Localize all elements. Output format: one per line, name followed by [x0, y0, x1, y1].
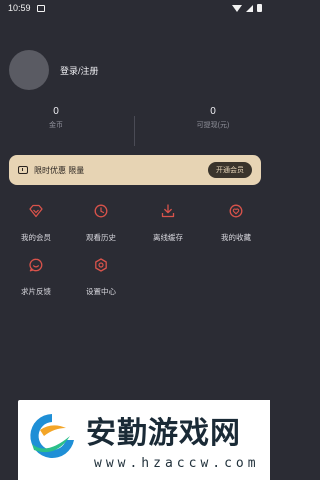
withdrawable-stat[interactable]: 0 可提现(元): [163, 106, 263, 130]
menu-item-favorites[interactable]: 我的收藏: [206, 204, 266, 243]
battery-icon: [257, 4, 262, 12]
withdrawable-label: 可提现(元): [196, 122, 230, 129]
menu-label-offline-cache: 离线缓存: [153, 233, 183, 242]
gear-icon: [95, 258, 107, 272]
chat-icon: [29, 258, 43, 272]
watermark-banner: 安勤游戏网 www.hzaccw.com: [18, 400, 270, 480]
download-icon: [161, 204, 175, 218]
open-membership-button[interactable]: 开通会员: [208, 162, 252, 178]
heart-icon: [229, 204, 243, 218]
withdrawable-value: 0: [210, 106, 216, 117]
diamond-icon: [29, 204, 43, 218]
menu-label-settings: 设置中心: [86, 287, 116, 296]
stats-divider: [134, 116, 135, 146]
menu-item-settings[interactable]: 设置中心: [71, 258, 131, 297]
coins-value: 0: [53, 106, 59, 117]
menu-item-offline-cache[interactable]: 离线缓存: [138, 204, 198, 243]
stats-row: 0 金币 0 可提现(元): [0, 106, 270, 146]
vip-promo-banner[interactable]: 限时优惠 限量 开通会员: [9, 155, 261, 185]
menu-item-membership[interactable]: 我的会员: [6, 204, 66, 243]
clock-icon: [94, 204, 108, 218]
site-logo-icon: [30, 414, 74, 458]
status-time: 10:59: [8, 3, 31, 13]
coins-stat[interactable]: 0 金币: [6, 106, 106, 130]
signal-icon: [246, 4, 253, 12]
menu-label-feedback: 求片反馈: [21, 287, 51, 296]
status-bar: 10:59: [0, 0, 270, 16]
avatar[interactable]: [9, 50, 49, 90]
wifi-icon: [232, 4, 242, 12]
coins-label: 金币: [49, 122, 63, 129]
menu-label-history: 观看历史: [86, 233, 116, 242]
menu-label-favorites: 我的收藏: [221, 233, 251, 242]
menu-item-history[interactable]: 观看历史: [71, 204, 131, 243]
login-register-link[interactable]: 登录/注册: [60, 64, 99, 77]
vip-promo-text: 限时优惠 限量: [34, 165, 85, 175]
menu-label-membership: 我的会员: [21, 233, 51, 242]
watermark-url: www.hzaccw.com: [94, 456, 260, 471]
menu-item-feedback[interactable]: 求片反馈: [6, 258, 66, 297]
watermark-title: 安勤游戏网: [86, 416, 241, 451]
profile-header[interactable]: 登录/注册: [9, 50, 99, 90]
ticket-icon: [18, 166, 28, 174]
gallery-notification-icon: [36, 4, 45, 12]
